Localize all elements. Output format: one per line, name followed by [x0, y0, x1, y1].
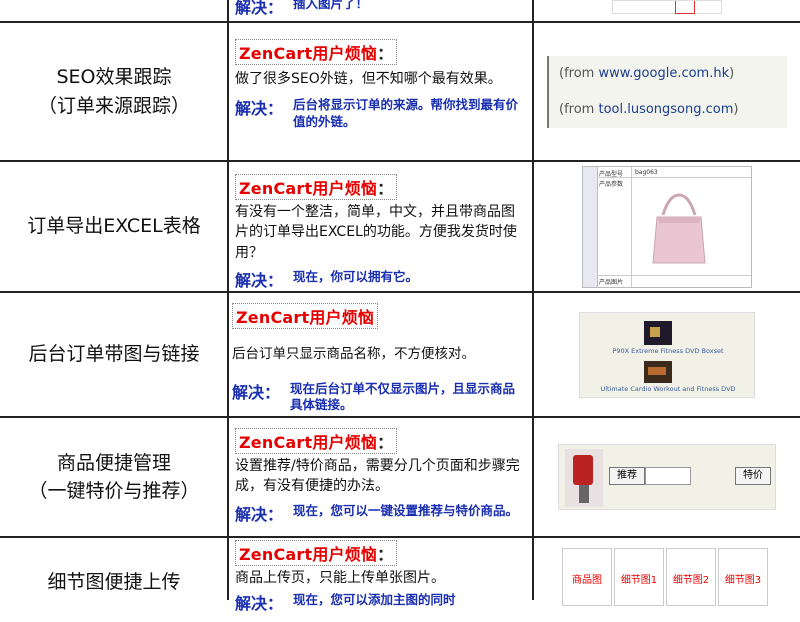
feature-title-line: 细节图便捷上传 — [47, 571, 181, 593]
upload-thumb[interactable]: 商品图 — [562, 548, 612, 606]
solution-text: 现在后台订单不仅显示图片，且显示商品具体链接。 — [290, 380, 516, 413]
handbag-icon — [652, 192, 706, 263]
product-thumbnail — [644, 320, 672, 345]
feature-title: 订单导出EXCEL表格 — [0, 162, 228, 291]
solution-text: 后台将显示订单的来源。帮你找到最有价值的外链。 — [293, 97, 519, 130]
preview-cell: (from www.google.com.hk) (from tool.luso… — [534, 23, 800, 160]
thumb-label: 细节图1 — [620, 575, 658, 586]
excel-preview: 产品型号 bag063 产品参数 产品图片 — [582, 165, 752, 288]
excel-cell-label: 产品图片 — [599, 278, 624, 286]
referrer-line: (from tool.lusongsong.com) — [559, 101, 739, 117]
problem-text: 做了很多SEO外链，但不知哪个最有效果。 — [235, 71, 502, 87]
solution-label: 解决： — [232, 382, 281, 402]
trouble-heading: ZenCart用户烦恼： — [235, 39, 398, 65]
description-cell: ZenCart用户烦恼 后台订单只显示商品名称，不方便核对。 解决： 现在后台订… — [229, 297, 533, 416]
manage-preview: 推荐 特价 — [558, 444, 776, 510]
product-link[interactable]: Ultimate Cardio Workout and Fitness DVD — [580, 385, 756, 393]
problem-text: 设置推荐/特价商品，需要分几个页面和步骤完成，有没有便捷的办法。 — [235, 458, 520, 495]
solution-label: 解决： — [235, 0, 284, 17]
preview-cell: 产品型号 bag063 产品参数 产品图片 — [534, 162, 800, 291]
description-cell: ZenCart用户烦恼： 商品上传页，只能上传单张图片。 解决： 现在，您可以添… — [229, 538, 533, 613]
description-cell: ZenCart用户烦恼： 有没有一个整洁，简单，中文，并且带商品图片的订单导出E… — [229, 168, 533, 291]
feature-title-line: SEO效果跟踪 — [56, 66, 172, 88]
preview-cell: P90X Extreme Fitness DVD Boxset Ultimate… — [534, 293, 800, 416]
table-row: 商品便捷管理 （一键特价与推荐） ZenCart用户烦恼： 设置推荐/特价商品，… — [0, 418, 800, 536]
problem-text: 后台订单只显示商品名称，不方便核对。 — [232, 346, 475, 362]
trouble-heading: ZenCart用户烦恼： — [235, 428, 398, 454]
feature-title-line: 商品便捷管理 — [56, 451, 171, 474]
referrer-line: (from www.google.com.hk) — [559, 65, 735, 81]
product-thumbnail — [565, 449, 603, 507]
referrer-domain[interactable]: tool.lusongsong.com — [598, 102, 733, 117]
table-row: 后台订单带图与链接 ZenCart用户烦恼 后台订单只显示商品名称，不方便核对。… — [0, 293, 800, 416]
solution-text: 现在，您可以一键设置推荐与特价商品。 — [293, 502, 519, 518]
solution-cell: 解决： 插入图片了！ — [229, 0, 533, 21]
recommend-button[interactable]: 推荐 — [609, 467, 645, 485]
description-cell: ZenCart用户烦恼： 做了很多SEO外链，但不知哪个最有效果。 解决： 后台… — [229, 33, 533, 160]
product-thumbnail — [644, 360, 672, 383]
feature-title-line: （订单来源跟踪） — [37, 94, 190, 117]
referrer-domain[interactable]: www.google.com.hk — [598, 66, 729, 81]
feature-title: SEO效果跟踪 （订单来源跟踪） — [0, 23, 228, 160]
thumb-label: 细节图2 — [672, 575, 710, 586]
special-price-button[interactable]: 特价 — [735, 467, 771, 485]
excel-cell-value: bag063 — [635, 168, 658, 176]
upload-thumb[interactable]: 细节图3 — [718, 548, 768, 606]
preview-cell — [534, 0, 800, 21]
feature-title-line: 后台订单带图与链接 — [28, 343, 200, 366]
product-link[interactable]: P90X Extreme Fitness DVD Boxset — [580, 347, 756, 355]
trouble-heading: ZenCart用户烦恼： — [235, 540, 398, 566]
feature-title-line: （一键特价与推荐） — [28, 480, 200, 502]
table-row: 解决： 插入图片了！ — [0, 0, 800, 21]
upload-preview: 商品图 细节图1 细节图2 细节图3 — [560, 542, 774, 612]
table-row: 订单导出EXCEL表格 ZenCart用户烦恼： 有没有一个整洁，简单，中文，并… — [0, 162, 800, 291]
feature-title: 细节图便捷上传 — [0, 552, 228, 622]
preview-cell: 商品图 细节图1 细节图2 细节图3 — [534, 538, 800, 612]
feature-title-line: 订单导出EXCEL表格 — [27, 215, 201, 238]
upload-thumb[interactable]: 细节图1 — [614, 548, 664, 606]
feature-title: 后台订单带图与链接 — [0, 293, 228, 416]
thumb-label: 商品图 — [572, 575, 602, 586]
referrer-preview: (from www.google.com.hk) (from tool.luso… — [547, 55, 787, 128]
recommend-input[interactable] — [645, 467, 691, 485]
upload-thumb[interactable]: 细节图2 — [666, 548, 716, 606]
solution-text: 现在，你可以拥有它。 — [293, 268, 419, 284]
problem-text: 有没有一个整洁，简单，中文，并且带商品图片的订单导出EXCEL的功能。方便我发货… — [235, 204, 517, 261]
order-preview: P90X Extreme Fitness DVD Boxset Ultimate… — [579, 311, 756, 398]
solution-text: 插入图片了！ — [293, 0, 369, 11]
solution-label: 解决： — [235, 270, 284, 290]
table-row: SEO效果跟踪 （订单来源跟踪） ZenCart用户烦恼： 做了很多SEO外链，… — [0, 23, 800, 160]
description-cell: ZenCart用户烦恼： 设置推荐/特价商品，需要分几个页面和步骤完成，有没有便… — [229, 422, 533, 536]
trouble-heading: ZenCart用户烦恼： — [235, 174, 398, 200]
preview-cell: 推荐 特价 — [534, 418, 800, 536]
solution-label: 解决： — [235, 504, 284, 524]
feature-title: 商品便捷管理 （一键特价与推荐） — [0, 418, 228, 536]
problem-text: 商品上传页，只能上传单张图片。 — [235, 570, 445, 586]
feature-table: 解决： 插入图片了！ SEO效果跟踪 （订单来源跟踪） ZenCart用户烦恼：… — [0, 0, 800, 613]
trouble-heading: ZenCart用户烦恼 — [232, 303, 379, 329]
solution-label: 解决： — [235, 99, 284, 119]
excel-cell-label: 产品参数 — [599, 180, 624, 188]
table-row: 细节图便捷上传 ZenCart用户烦恼： 商品上传页，只能上传单张图片。 解决：… — [0, 538, 800, 613]
thumb-label: 细节图3 — [724, 575, 762, 586]
preview-image — [612, 0, 722, 14]
solution-label: 解决： — [235, 594, 284, 614]
